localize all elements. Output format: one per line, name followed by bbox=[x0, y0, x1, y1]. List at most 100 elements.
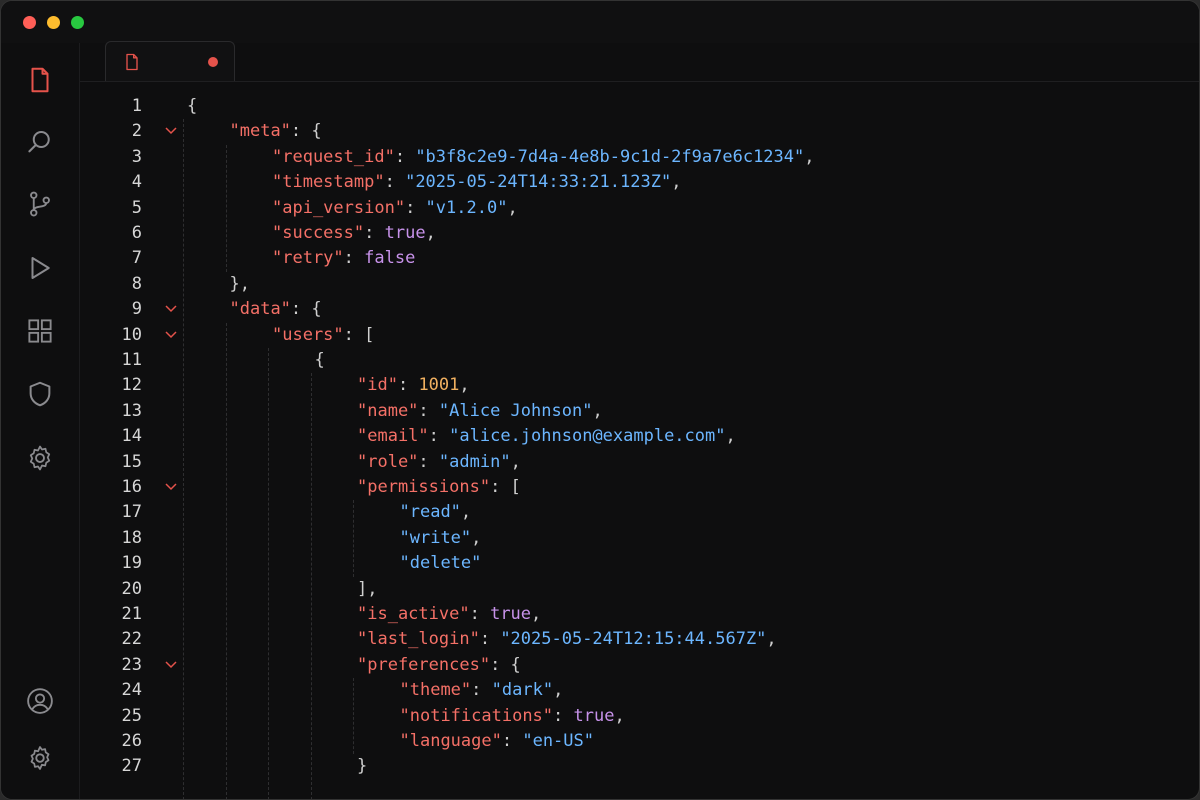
code-text[interactable]: "success": true, bbox=[272, 221, 436, 246]
json-string: "2025-05-24T12:15:44.567Z" bbox=[500, 629, 767, 650]
code-line: 6 "success": true, bbox=[80, 221, 1199, 246]
code-line: 19 "delete" bbox=[80, 551, 1199, 576]
code-line: 4 "timestamp": "2025-05-24T14:33:21.123Z"… bbox=[80, 170, 1199, 195]
json-boolean: false bbox=[364, 248, 416, 269]
json-string: "alice.johnson@example.com" bbox=[449, 426, 726, 447]
account-button[interactable] bbox=[25, 686, 55, 716]
json-key: "preferences" bbox=[357, 654, 491, 675]
code-line: 22 "last_login": "2025-05-24T12:15:44.567… bbox=[80, 627, 1199, 652]
code-text[interactable]: "users": [ bbox=[272, 323, 374, 348]
json-punctuation: , bbox=[459, 375, 470, 396]
line-number: 21 bbox=[121, 604, 142, 624]
code-line: 27} bbox=[80, 754, 1199, 779]
json-punctuation: { bbox=[314, 350, 325, 370]
json-key: "data" bbox=[229, 299, 291, 320]
line-number: 14 bbox=[121, 426, 142, 447]
code-line: 11 { bbox=[80, 348, 1199, 373]
line-number: 16 bbox=[121, 477, 142, 497]
editor-tab[interactable] bbox=[105, 41, 235, 81]
activity-files-button[interactable] bbox=[25, 65, 55, 95]
code-line: 17 "read", bbox=[80, 500, 1199, 525]
code-text[interactable]: "preferences": { bbox=[357, 653, 521, 678]
code-line: 8}, bbox=[80, 272, 1199, 297]
json-key: "retry" bbox=[272, 248, 344, 269]
activity-extensions-button[interactable] bbox=[25, 316, 55, 346]
json-punctuation: , bbox=[531, 604, 542, 624]
code-line: 24 "theme": "dark", bbox=[80, 678, 1199, 703]
code-text[interactable]: "email": "alice.johnson@example.com", bbox=[357, 424, 736, 449]
code-line: 20], bbox=[80, 577, 1199, 602]
json-punctuation: : bbox=[501, 731, 523, 751]
line-number: 5 bbox=[131, 197, 142, 218]
code-text[interactable]: "role": "admin", bbox=[357, 450, 521, 475]
code-text[interactable]: "data": { bbox=[230, 297, 322, 322]
code-text[interactable]: } bbox=[357, 754, 367, 779]
activity-run-button[interactable] bbox=[25, 253, 55, 283]
code-text[interactable]: "request_id": "b3f8c2e9-7d4a-4e8b-9c1d-2… bbox=[272, 145, 815, 170]
close-window-button[interactable] bbox=[23, 16, 36, 29]
code-line: 7 "retry": false bbox=[80, 246, 1199, 271]
json-punctuation: : bbox=[384, 172, 406, 193]
code-text[interactable]: "delete" bbox=[400, 551, 482, 576]
code-line: 18 "write", bbox=[80, 526, 1199, 551]
fold-chevron-icon[interactable] bbox=[164, 660, 178, 670]
minimize-window-button[interactable] bbox=[47, 16, 60, 29]
json-punctuation: } bbox=[357, 756, 368, 777]
code-text[interactable]: "read", bbox=[400, 500, 472, 525]
code-text[interactable]: "timestamp": "2025-05-24T14:33:21.123Z", bbox=[272, 170, 681, 195]
json-key: "email" bbox=[357, 426, 429, 447]
code-line: 16 "permissions": [ bbox=[80, 475, 1199, 500]
fold-chevron-icon[interactable] bbox=[164, 482, 178, 492]
line-number: 11 bbox=[121, 350, 142, 370]
code-line: 13 "name": "Alice Johnson", bbox=[80, 399, 1199, 424]
code-text[interactable]: "meta": { bbox=[230, 119, 322, 144]
json-boolean: true bbox=[384, 223, 426, 243]
code-text[interactable]: "last_login": "2025-05-24T12:15:44.567Z"… bbox=[357, 627, 777, 652]
zoom-window-button[interactable] bbox=[71, 16, 84, 29]
settings-icon bbox=[29, 445, 51, 471]
code-line: 2 "meta": { bbox=[80, 119, 1199, 144]
json-boolean: true bbox=[573, 705, 615, 726]
fold-chevron-icon[interactable] bbox=[164, 304, 178, 314]
line-number: 1 bbox=[131, 96, 142, 116]
code-text[interactable]: "language": "en-US" bbox=[400, 729, 595, 754]
code-text[interactable]: ], bbox=[357, 577, 377, 602]
code-text[interactable]: "api_version": "v1.2.0", bbox=[272, 196, 518, 221]
json-string: "v1.2.0" bbox=[425, 197, 508, 218]
json-key: "request_id" bbox=[272, 146, 395, 167]
fold-chevron-icon[interactable] bbox=[164, 126, 178, 136]
code-text[interactable]: }, bbox=[230, 272, 250, 297]
files-icon bbox=[31, 67, 49, 93]
activity-search-button[interactable] bbox=[25, 127, 55, 157]
json-key: "is_active" bbox=[357, 604, 470, 624]
json-punctuation: : bbox=[418, 451, 439, 472]
code-text[interactable]: "name": "Alice Johnson", bbox=[357, 399, 603, 424]
code-line: 25 "notifications": true, bbox=[80, 704, 1199, 729]
code-text[interactable]: "notifications": true, bbox=[400, 704, 625, 729]
code-editor[interactable]: 1{2 "meta": {3 "request_id": "b3f8c2e9-7d4… bbox=[80, 82, 1199, 799]
activity-source-control-button[interactable] bbox=[25, 189, 55, 219]
code-text[interactable]: "retry": false bbox=[272, 246, 415, 271]
code-text[interactable]: "theme": "dark", bbox=[400, 678, 564, 703]
json-punctuation: : { bbox=[490, 654, 521, 675]
json-string: "write" bbox=[399, 527, 472, 548]
json-string: "en-US" bbox=[522, 731, 594, 751]
code-text[interactable]: { bbox=[315, 348, 325, 373]
activity-settings-button[interactable] bbox=[25, 443, 55, 473]
line-number: 26 bbox=[121, 731, 142, 751]
activity-shield-button[interactable] bbox=[25, 379, 55, 409]
code-text[interactable]: { bbox=[187, 94, 197, 119]
manage-gear-button[interactable] bbox=[25, 743, 55, 773]
json-string: "b3f8c2e9-7d4a-4e8b-9c1d-2f9a7e6c1234" bbox=[415, 146, 805, 167]
file-icon bbox=[126, 53, 138, 71]
fold-chevron-icon[interactable] bbox=[164, 330, 178, 340]
code-text[interactable]: "id": 1001, bbox=[357, 373, 470, 398]
code-text[interactable]: "is_active": true, bbox=[357, 602, 541, 627]
json-punctuation: , bbox=[725, 426, 736, 447]
json-key: "meta" bbox=[229, 121, 291, 142]
code-text[interactable]: "permissions": [ bbox=[357, 475, 521, 500]
json-punctuation: , bbox=[471, 527, 482, 548]
json-key: "success" bbox=[272, 223, 365, 243]
code-text[interactable]: "write", bbox=[400, 526, 482, 551]
line-number: 15 bbox=[121, 451, 142, 472]
